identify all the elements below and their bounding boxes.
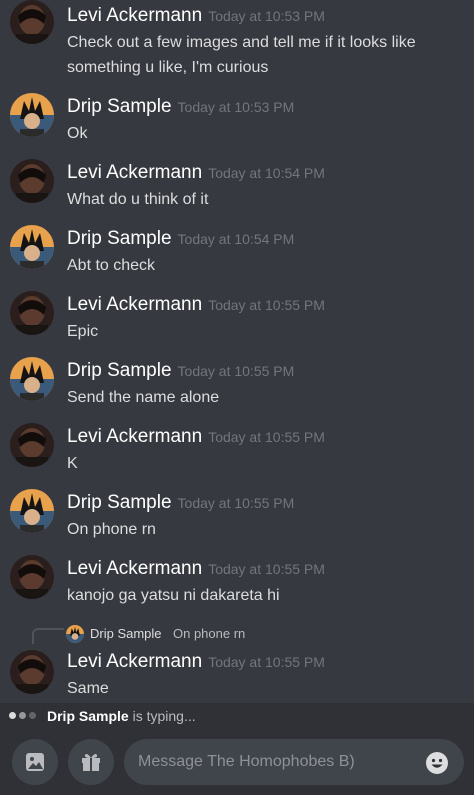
message-line: What do u think of it — [67, 191, 209, 208]
gift-icon — [82, 754, 100, 771]
emoji-button[interactable] — [425, 751, 449, 775]
message-line: Check out a few images and tell me if it… — [67, 34, 416, 51]
message-timestamp: Today at 10:54 PM — [177, 231, 295, 247]
typing-dots-icon — [9, 712, 39, 720]
drip-avatar-icon[interactable] — [10, 489, 54, 533]
message-line: something u like, I'm curious — [67, 59, 269, 76]
message-author[interactable]: Drip Sample — [67, 360, 172, 381]
message-line: Send the name alone — [67, 389, 220, 406]
levi-avatar-icon[interactable] — [10, 159, 54, 203]
message-author[interactable]: Levi Ackermann — [67, 651, 202, 672]
levi-avatar-icon[interactable] — [10, 650, 54, 694]
message-line: Ok — [67, 125, 88, 142]
message-author[interactable]: Levi Ackermann — [67, 426, 202, 447]
typing-user: Drip Sample — [47, 708, 129, 724]
message-line: kanojo ga yatsu ni dakareta hi — [67, 587, 280, 604]
message-author[interactable]: Levi Ackermann — [67, 162, 202, 183]
message-composer — [0, 729, 474, 795]
message-author[interactable]: Drip Sample — [67, 96, 172, 117]
message-list: Levi Ackermann Today at 10:53 PM Check ou… — [0, 0, 474, 703]
message-timestamp: Today at 10:55 PM — [208, 654, 325, 670]
message-author[interactable]: Drip Sample — [67, 228, 172, 249]
message-author[interactable]: Drip Sample — [67, 492, 172, 513]
drip-avatar-icon[interactable] — [10, 93, 54, 137]
message-timestamp: Today at 10:53 PM — [177, 99, 295, 115]
message-line: Same — [67, 680, 109, 697]
levi-avatar-icon[interactable] — [10, 423, 54, 467]
message-line: Abt to check — [67, 257, 156, 274]
reply-text: On phone rn — [173, 626, 246, 641]
message-author[interactable]: Levi Ackermann — [67, 558, 202, 579]
upload-image-button[interactable] — [12, 739, 58, 785]
drip-avatar-icon[interactable] — [10, 357, 54, 401]
levi-avatar-icon[interactable] — [10, 555, 54, 599]
typing-indicator: Drip Sample is typing... — [0, 703, 474, 729]
drip-avatar-icon — [66, 625, 84, 643]
reply-connector — [32, 628, 64, 644]
message-timestamp: Today at 10:55 PM — [208, 561, 325, 577]
message-input[interactable] — [124, 739, 464, 785]
message-timestamp: Today at 10:55 PM — [177, 495, 295, 511]
message-line: Epic — [67, 323, 99, 340]
message-line: On phone rn — [67, 521, 156, 538]
message-author[interactable]: Levi Ackermann — [67, 294, 202, 315]
drip-avatar-icon[interactable] — [10, 225, 54, 269]
message-timestamp: Today at 10:55 PM — [177, 363, 295, 379]
levi-avatar-icon[interactable] — [10, 0, 54, 44]
message-timestamp: Today at 10:53 PM — [208, 8, 325, 24]
image-icon — [26, 753, 44, 771]
levi-avatar-icon[interactable] — [10, 291, 54, 335]
gift-button[interactable] — [68, 739, 114, 785]
message-line: K — [67, 455, 78, 472]
emoji-icon — [426, 752, 448, 774]
message-author[interactable]: Levi Ackermann — [67, 5, 202, 26]
reply-author[interactable]: Drip Sample — [90, 626, 162, 641]
message-timestamp: Today at 10:54 PM — [208, 165, 325, 181]
message-timestamp: Today at 10:55 PM — [208, 297, 325, 313]
typing-text: Drip Sample is typing... — [47, 708, 196, 724]
message-timestamp: Today at 10:55 PM — [208, 429, 325, 445]
typing-suffix: is typing... — [128, 708, 196, 724]
